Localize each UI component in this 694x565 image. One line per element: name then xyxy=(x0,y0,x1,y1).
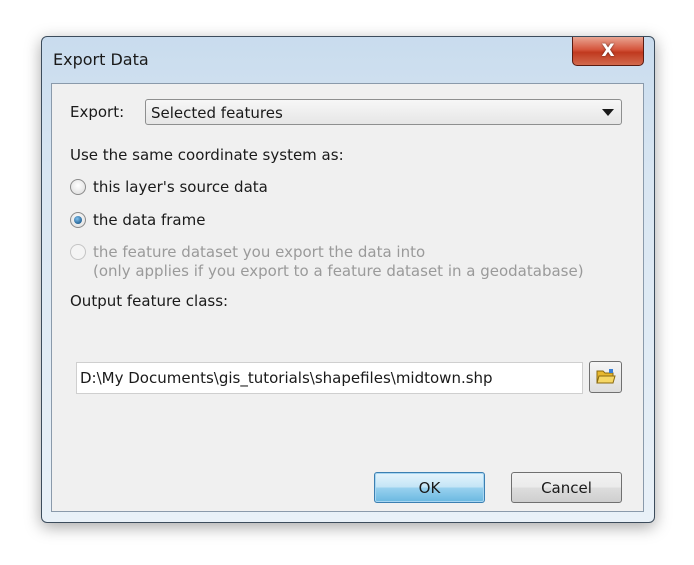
export-data-dialog: Export Data X Export: Selected features … xyxy=(41,36,655,523)
radio-source-data[interactable] xyxy=(70,179,86,195)
radio-data-frame-label[interactable]: the data frame xyxy=(93,211,205,229)
dialog-title: Export Data xyxy=(53,50,149,69)
close-button[interactable]: X xyxy=(572,37,644,66)
close-icon: X xyxy=(601,40,615,61)
radio-feature-dataset-label: the feature dataset you export the data … xyxy=(93,243,426,261)
browse-button[interactable] xyxy=(589,361,622,393)
chevron-down-icon xyxy=(602,109,614,116)
export-selected-value: Selected features xyxy=(151,104,283,122)
output-path-field[interactable] xyxy=(76,362,583,394)
folder-open-icon xyxy=(595,369,616,384)
radio-data-frame[interactable] xyxy=(70,212,86,228)
coordinate-system-heading: Use the same coordinate system as: xyxy=(70,146,344,164)
ok-button[interactable]: OK xyxy=(374,472,485,503)
output-feature-class-label: Output feature class: xyxy=(70,292,229,310)
radio-feature-dataset-note: (only applies if you export to a feature… xyxy=(93,262,584,280)
radio-feature-dataset xyxy=(70,244,86,260)
cancel-button[interactable]: Cancel xyxy=(511,472,622,503)
export-label: Export: xyxy=(70,103,125,121)
dialog-body: Export: Selected features Use the same c… xyxy=(51,83,644,512)
export-dropdown[interactable]: Selected features xyxy=(145,99,622,125)
radio-source-data-label[interactable]: this layer's source data xyxy=(93,178,268,196)
radio-selected-dot xyxy=(74,216,82,224)
output-path-input[interactable] xyxy=(77,363,582,393)
